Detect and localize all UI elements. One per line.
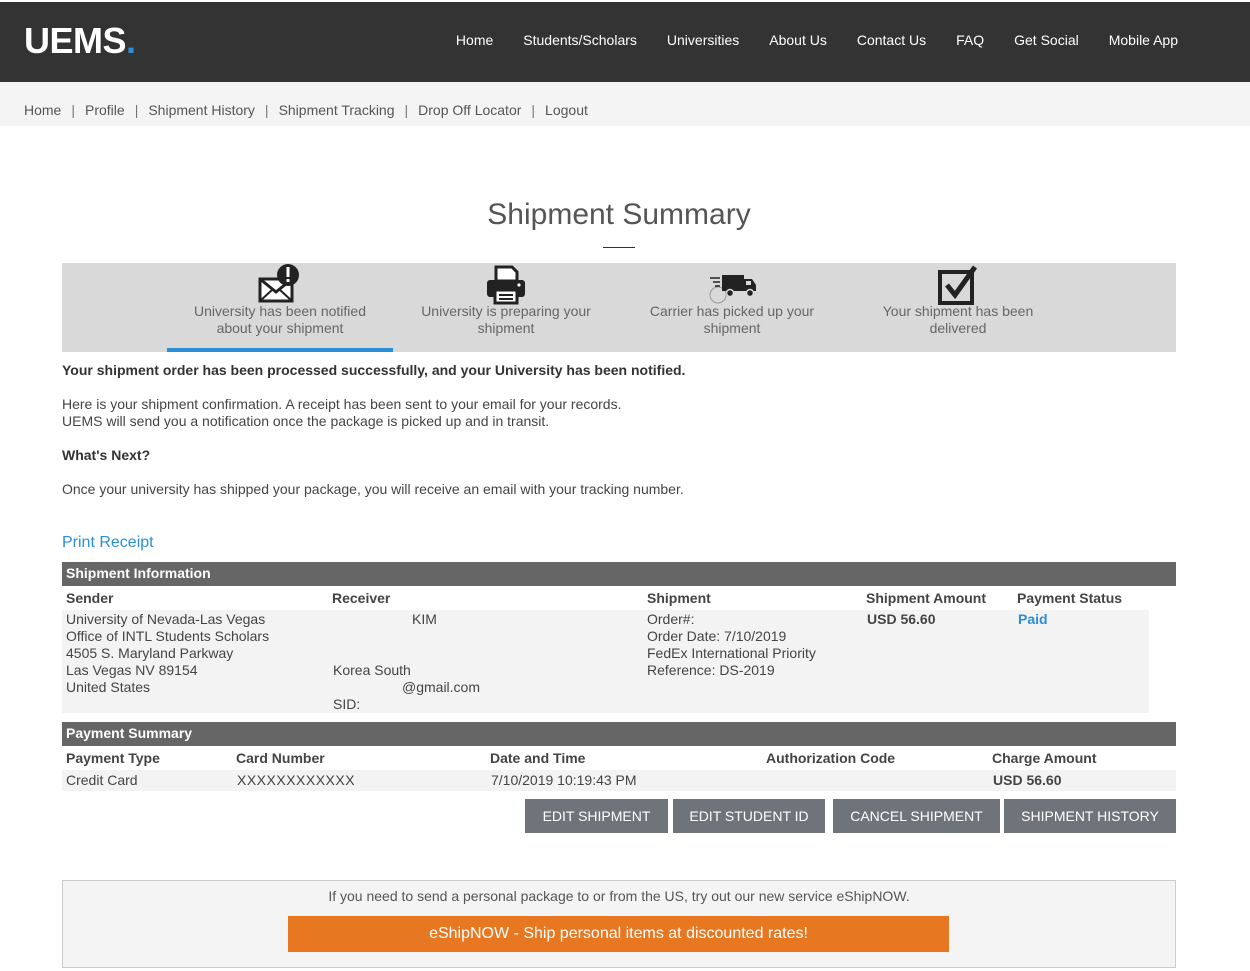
step-delivered: Your shipment has been delivered — [845, 263, 1071, 352]
active-step-indicator — [167, 348, 393, 352]
step-label-line: Your shipment has been — [882, 303, 1034, 319]
payment-summary-heading: Payment Summary — [62, 722, 1176, 746]
col-receiver: Receiver — [332, 590, 391, 606]
date-time-value: 7/10/2019 10:19:43 PM — [491, 772, 637, 788]
nav-universities[interactable]: Universities — [667, 32, 739, 48]
card-number-value: XXXXXXXXXXXX — [237, 772, 356, 788]
receiver-name: KIM — [412, 611, 437, 627]
receiver-country: Korea South — [333, 662, 411, 678]
step-label-line: University has been notified — [194, 303, 366, 319]
sender-address: University of Nevada-Las Vegas Office of… — [66, 611, 270, 695]
shipment-info-heading: Shipment Information — [62, 562, 1176, 586]
subnav-separator: | — [404, 101, 409, 118]
col-charge-amount: Charge Amount — [992, 750, 1097, 766]
col-sender: Sender — [66, 590, 114, 606]
step-label-line: University is preparing your — [421, 303, 591, 319]
subnav-separator: | — [531, 101, 536, 118]
eshipnow-promo: If you need to send a personal package t… — [62, 880, 1176, 968]
nav-students-scholars[interactable]: Students/Scholars — [523, 32, 637, 48]
top-header: UEMS. Home Students/Scholars Universitie… — [0, 0, 1250, 82]
edit-student-id-button[interactable]: EDIT STUDENT ID — [673, 799, 825, 833]
subnav-drop-off-locator[interactable]: Drop Off Locator — [418, 102, 521, 118]
col-shipment-amount: Shipment Amount — [866, 590, 987, 606]
subnav-home[interactable]: Home — [24, 102, 61, 118]
nav-mobile-app[interactable]: Mobile App — [1109, 32, 1178, 48]
charge-amount-value: USD 56.60 — [993, 772, 1062, 788]
col-payment-type: Payment Type — [66, 750, 160, 766]
nav-get-social[interactable]: Get Social — [1014, 32, 1079, 48]
nav-about-us[interactable]: About Us — [769, 32, 827, 48]
nav-faq[interactable]: FAQ — [956, 32, 984, 48]
receiver-email: @gmail.com — [402, 679, 481, 695]
step-label-line: Carrier has picked up your — [649, 303, 815, 319]
subnav-shipment-history[interactable]: Shipment History — [148, 102, 255, 118]
payment-type-value: Credit Card — [66, 772, 138, 788]
shipment-amount: USD 56.60 — [867, 611, 936, 627]
notification-text: UEMS will send you a notification once t… — [62, 413, 550, 429]
step-picked-up: Carrier has picked up your shipment — [619, 263, 845, 352]
envelope-alert-icon — [167, 263, 393, 305]
edit-shipment-button[interactable]: EDIT SHIPMENT — [525, 799, 668, 833]
shipment-history-button[interactable]: SHIPMENT HISTORY — [1004, 799, 1176, 833]
step-notified: University has been notified about your s… — [167, 263, 393, 352]
step-label-line: shipment — [477, 320, 535, 336]
truck-icon — [619, 263, 845, 305]
confirmation-text: Here is your shipment confirmation. A re… — [62, 396, 622, 412]
subnav-profile[interactable]: Profile — [85, 102, 125, 118]
subnav-logout[interactable]: Logout — [545, 102, 588, 118]
nav-contact-us[interactable]: Contact Us — [857, 32, 926, 48]
uems-logo[interactable]: UEMS. — [24, 20, 136, 62]
step-label-line: shipment — [703, 320, 761, 336]
whats-next-heading: What's Next? — [62, 447, 151, 463]
main-nav: Home Students/Scholars Universities Abou… — [456, 32, 1178, 48]
subnav-shipment-tracking[interactable]: Shipment Tracking — [279, 102, 395, 118]
subnav-separator: | — [71, 101, 75, 118]
col-authorization-code: Authorization Code — [766, 750, 896, 766]
nav-home[interactable]: Home — [456, 32, 493, 48]
shipment-progress: University has been notified about your s… — [62, 263, 1176, 352]
subnav-separator: | — [264, 101, 269, 118]
subnav-separator: | — [134, 101, 139, 118]
promo-text: If you need to send a personal package t… — [328, 888, 910, 904]
col-card-number: Card Number — [236, 750, 325, 766]
col-payment-status: Payment Status — [1017, 590, 1123, 606]
step-preparing: University is preparing your shipment — [393, 263, 619, 352]
printer-icon — [393, 263, 619, 305]
title-divider — [603, 247, 635, 248]
col-shipment: Shipment — [647, 590, 711, 606]
eshipnow-button[interactable]: eShipNOW - Ship personal items at discou… — [288, 916, 949, 952]
step-label-line: delivered — [929, 320, 987, 336]
shipment-details: Order#: Order Date: 7/10/2019 FedEx Inte… — [647, 611, 816, 678]
receiver-sid: SID: — [333, 696, 361, 712]
checkbox-icon — [845, 263, 1071, 305]
col-date-time: Date and Time — [490, 750, 586, 766]
sub-nav: Home | Profile | Shipment History | Ship… — [0, 82, 1250, 126]
payment-status-badge: Paid — [1018, 611, 1048, 627]
step-label-line: about your shipment — [216, 320, 344, 336]
cancel-shipment-button[interactable]: CANCEL SHIPMENT — [833, 799, 1000, 833]
next-steps-text: Once your university has shipped your pa… — [62, 481, 684, 497]
success-message: Your shipment order has been processed s… — [62, 362, 686, 378]
page-title: Shipment Summary — [487, 198, 751, 231]
print-receipt-link[interactable]: Print Receipt — [62, 534, 154, 552]
